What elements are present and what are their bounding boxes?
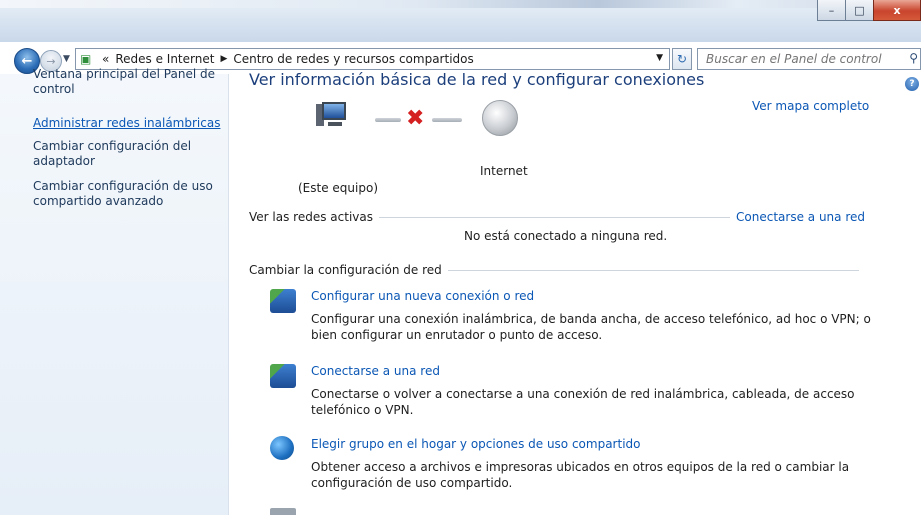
- refresh-button[interactable]: ↻: [672, 48, 692, 70]
- full-map-link[interactable]: Ver mapa completo: [752, 99, 869, 113]
- maximize-button[interactable]: □: [845, 0, 874, 21]
- disconnected-x-icon: ✖: [406, 106, 425, 131]
- divider: [378, 216, 731, 218]
- task-homegroup-link[interactable]: Elegir grupo en el hogar y opciones de u…: [311, 437, 641, 451]
- task-connect-network-desc: Conectarse o volver a conectarse a una c…: [311, 387, 855, 417]
- help-icon[interactable]: ?: [905, 77, 919, 91]
- breadcrumb-item-centro-redes[interactable]: Centro de redes y recursos compartidos: [233, 52, 473, 66]
- address-dropdown-icon[interactable]: ▼: [656, 53, 663, 63]
- window-controls: – □ x: [817, 0, 921, 22]
- breadcrumb-overflow[interactable]: «: [102, 52, 109, 66]
- refresh-icon: ↻: [676, 52, 688, 66]
- search-box[interactable]: ⚲: [697, 48, 921, 70]
- task-setup-connection-link[interactable]: Configurar una nueva conexión o red: [311, 289, 534, 303]
- computer-icon: [316, 100, 350, 130]
- recent-pages-button[interactable]: ▼: [63, 54, 70, 64]
- sidebar-item-redes-inalambricas[interactable]: Administrar redes inalámbricas: [33, 116, 223, 131]
- connection-line: [432, 118, 462, 122]
- task-connect-network-link[interactable]: Conectarse a una red: [311, 364, 440, 378]
- minimize-button[interactable]: –: [817, 0, 846, 21]
- search-icon[interactable]: ⚲: [909, 51, 918, 65]
- search-input[interactable]: [704, 51, 898, 67]
- homegroup-icon[interactable]: [270, 436, 294, 460]
- divider: [447, 269, 859, 271]
- network-setup-icon[interactable]: [270, 289, 296, 313]
- network-icon: ▣: [80, 52, 92, 66]
- change-settings-header: Cambiar la configuración de red: [249, 262, 865, 278]
- sidebar-item-adaptador[interactable]: Cambiar configuración del adaptador: [33, 139, 223, 169]
- arrow-right-icon: →: [46, 54, 56, 68]
- change-settings-title: Cambiar la configuración de red: [249, 263, 442, 277]
- internet-globe-icon: [482, 100, 518, 136]
- partial-task-icon: [270, 508, 296, 515]
- title-bar: – □ x: [0, 0, 921, 42]
- connect-network-link[interactable]: Conectarse a una red: [736, 210, 865, 224]
- breadcrumb-item-redes-internet[interactable]: Redes e Internet: [115, 52, 214, 66]
- internet-label: Internet: [480, 164, 528, 178]
- breadcrumb-separator-icon[interactable]: ▶: [220, 54, 227, 64]
- task-homegroup-desc: Obtener acceso a archivos e impresoras u…: [311, 460, 850, 490]
- active-networks-title: Ver las redes activas: [249, 210, 373, 224]
- task-setup-connection-desc: Configurar una conexión inalámbrica, de …: [311, 312, 871, 342]
- close-button[interactable]: x: [873, 0, 921, 21]
- connection-line: [375, 118, 401, 122]
- network-connect-icon[interactable]: [270, 364, 296, 388]
- computer-label: (Este equipo): [298, 181, 378, 195]
- active-networks-header: Ver las redes activas Conectarse a una r…: [249, 209, 865, 225]
- arrow-left-icon: ←: [21, 53, 33, 69]
- sidebar-item-uso-compartido[interactable]: Cambiar configuración de uso compartido …: [33, 179, 223, 209]
- sidebar-item-panel-principal[interactable]: Ventana principal del Panel de control: [33, 67, 223, 97]
- page-title: Ver información básica de la red y confi…: [249, 70, 705, 89]
- no-network-status: No está conectado a ninguna red.: [464, 229, 668, 243]
